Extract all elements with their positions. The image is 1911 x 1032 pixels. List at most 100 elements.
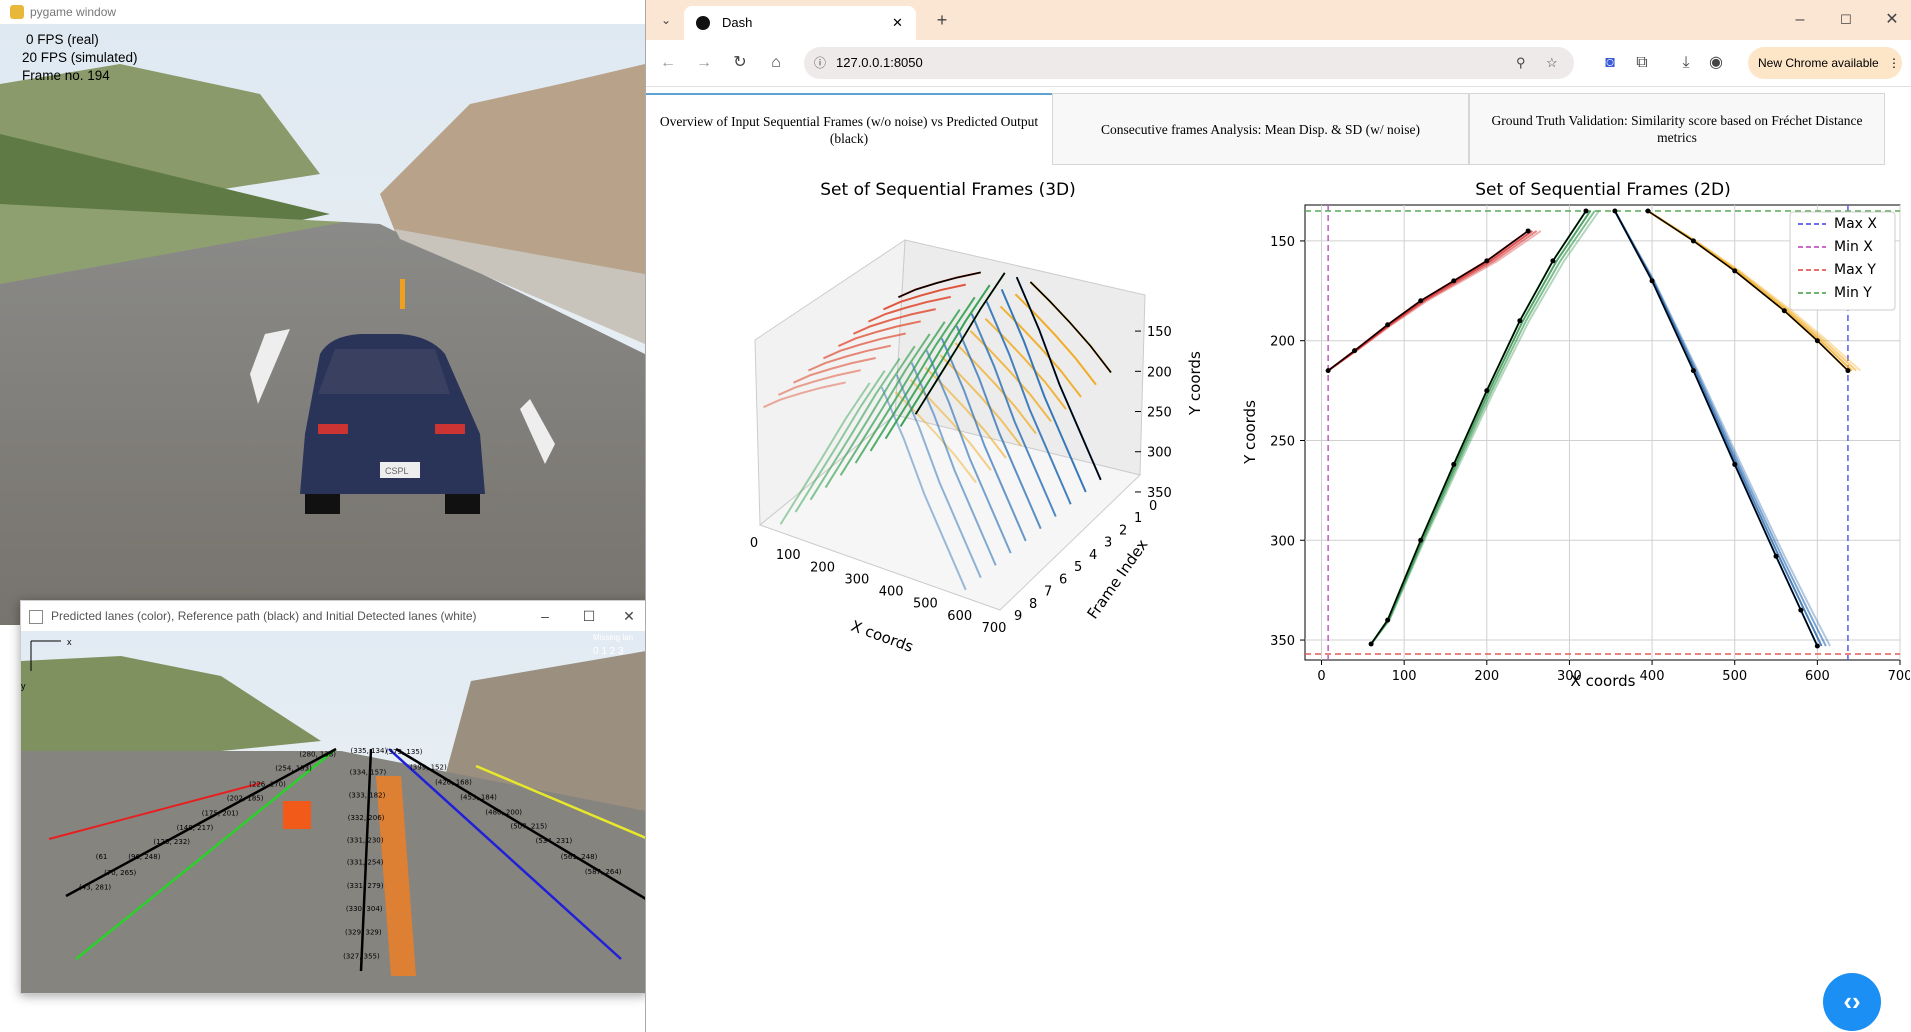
tab-consecutive-label: Consecutive frames Analysis: Mean Disp. … <box>1100 121 1421 137</box>
data-point <box>1525 228 1531 234</box>
data-point <box>1814 338 1820 344</box>
x-tick-label: 0 <box>1317 669 1325 684</box>
pygame-window: pygame window CSPL 0 FPS (real) 20 FPS (… <box>0 0 646 625</box>
predicted-titlebar[interactable]: Predicted lanes (color), Reference path … <box>21 601 646 631</box>
z-tick-label: 150 <box>1147 325 1172 340</box>
data-point <box>1690 368 1696 374</box>
url-text: 127.0.0.1:8050 <box>836 55 923 70</box>
right-lane-label: (507, 215) <box>511 822 548 830</box>
new-tab-icon[interactable]: + <box>928 6 956 34</box>
minimize-icon[interactable]: – <box>1786 6 1814 34</box>
kebab-menu-icon[interactable]: ⋮ <box>1888 47 1900 79</box>
extensions-puzzle-icon[interactable]: ⧉ <box>1628 49 1656 77</box>
x-tick-label: 400 <box>879 585 904 600</box>
legend-label: Min X <box>1834 239 1873 255</box>
tab-consecutive[interactable]: Consecutive frames Analysis: Mean Disp. … <box>1052 93 1469 165</box>
z-tick-label: 200 <box>1147 365 1172 380</box>
tab-overview[interactable]: Overview of Input Sequential Frames (w/o… <box>646 93 1052 165</box>
center-lane-label: (331, 230) <box>347 836 384 844</box>
right-lane-label: (426, 168) <box>435 779 472 787</box>
url-field[interactable]: ⓘ 127.0.0.1:8050 ⚲ ☆ <box>804 47 1574 79</box>
data-point <box>1418 298 1424 304</box>
bookmark-star-icon[interactable]: ☆ <box>1546 47 1558 79</box>
profile-icon[interactable]: ◉ <box>1702 49 1730 77</box>
dash-favicon <box>696 16 710 30</box>
legend-label: Max X <box>1834 216 1877 232</box>
right-lane-label: (534, 231) <box>536 837 573 845</box>
left-lane-label: (280, 138) <box>299 751 336 759</box>
frame-number: Frame no. 194 <box>22 68 110 83</box>
y-tick-label: 300 <box>1270 534 1295 549</box>
extension-icon[interactable]: ◙ <box>1596 49 1624 77</box>
new-chrome-button[interactable]: New Chrome available ⋮ <box>1748 47 1902 79</box>
data-point <box>1484 388 1490 394</box>
legend: Max X Min X Max Y Min Y <box>1789 211 1896 311</box>
chart-3d-xlabel: X coords <box>849 617 916 656</box>
pygame-titlebar[interactable]: pygame window <box>0 0 645 25</box>
site-info-icon[interactable]: ⓘ <box>814 47 826 79</box>
right-lane-label: (561, 248) <box>561 853 598 861</box>
target-marker <box>283 801 311 829</box>
x-tick-label: 500 <box>913 597 938 612</box>
zoom-icon[interactable]: ⚲ <box>1516 47 1526 79</box>
center-lane-label: (334, 157) <box>350 768 387 776</box>
data-point <box>1550 258 1556 264</box>
x-tick-label: 700 <box>1888 669 1910 684</box>
left-lane-label: (123, 232) <box>153 838 190 846</box>
home-icon[interactable]: ⌂ <box>762 49 790 77</box>
data-point <box>1690 238 1696 244</box>
left-lane-label: (226, 170) <box>249 780 286 788</box>
chart-3d[interactable]: Set of Sequential Frames (3D) 0 100 200 300… <box>700 170 1220 660</box>
legend-label: Min Y <box>1834 285 1872 301</box>
predicted-title: Predicted lanes (color), Reference path … <box>51 609 477 623</box>
right-lane-label: (373, 135) <box>386 748 423 756</box>
back-icon[interactable]: ← <box>654 49 682 77</box>
frame-tick-label: 4 <box>1089 548 1097 563</box>
close-tab-icon[interactable]: ✕ <box>892 6 903 40</box>
right-lane-label: (587, 264) <box>585 868 622 876</box>
driving-scene: CSPL <box>0 24 645 625</box>
close-window-icon[interactable]: ✕ <box>1878 6 1906 34</box>
lane-overlay: (280, 138) (254, 153) (226, 170) (202, 185)… <box>21 631 646 993</box>
browser-tab[interactable]: Dash ✕ <box>684 6 916 40</box>
reload-icon[interactable]: ↻ <box>726 49 754 77</box>
predicted-lanes-window: Predicted lanes (color), Reference path … <box>20 600 647 994</box>
maximize-icon[interactable]: ☐ <box>1832 6 1860 34</box>
data-point <box>1385 617 1391 623</box>
minimize-button[interactable]: – <box>523 601 567 631</box>
x-tick-label: 100 <box>776 548 801 563</box>
dash-debug-button[interactable]: ‹› <box>1823 973 1881 1031</box>
data-point <box>1732 461 1738 467</box>
chart-3d-zlabel: Y coords <box>1186 351 1204 416</box>
tab-bar: ⌄ Dash ✕ + – ☐ ✕ <box>646 0 1911 40</box>
pygame-icon <box>10 5 24 19</box>
new-chrome-label: New Chrome available <box>1758 56 1879 70</box>
data-point <box>1845 368 1851 374</box>
left-lane-label: (148, 217) <box>177 824 214 832</box>
download-icon[interactable]: ⤓ <box>1672 49 1700 77</box>
x-tick-label: 400 <box>1640 669 1665 684</box>
y-tick-label: 350 <box>1270 634 1295 649</box>
x-tick-label: 500 <box>1722 669 1747 684</box>
z-tick-label: 300 <box>1147 446 1172 461</box>
data-point <box>1612 208 1618 214</box>
left-lane-label: (70, 265) <box>104 869 136 877</box>
pygame-scene: CSPL 0 FPS (real) 20 FPS (simulated) Fra… <box>0 24 645 625</box>
tab-ground-truth[interactable]: Ground Truth Validation: Similarity scor… <box>1469 93 1885 165</box>
data-point <box>1517 318 1523 324</box>
center-lane-label: (327, 355) <box>343 953 380 961</box>
frame-tick-label: 3 <box>1104 536 1112 551</box>
chart-2d[interactable]: Set of Sequential Frames (2D) 0 100 200 300… <box>1220 170 1910 700</box>
tab-search-icon[interactable]: ⌄ <box>652 6 680 34</box>
forward-icon[interactable]: → <box>690 49 718 77</box>
data-point <box>1418 537 1424 543</box>
center-lane-label: (331, 279) <box>347 882 384 890</box>
data-point <box>1385 322 1391 328</box>
tab-title: Dash <box>722 15 753 30</box>
x-tick-label: 700 <box>982 621 1007 636</box>
data-point <box>1798 607 1804 613</box>
right-lane-label: (399, 152) <box>410 764 447 772</box>
data-point <box>1773 553 1779 559</box>
maximize-button[interactable]: ☐ <box>567 601 611 631</box>
fps-simulated: 20 FPS (simulated) <box>22 50 138 65</box>
